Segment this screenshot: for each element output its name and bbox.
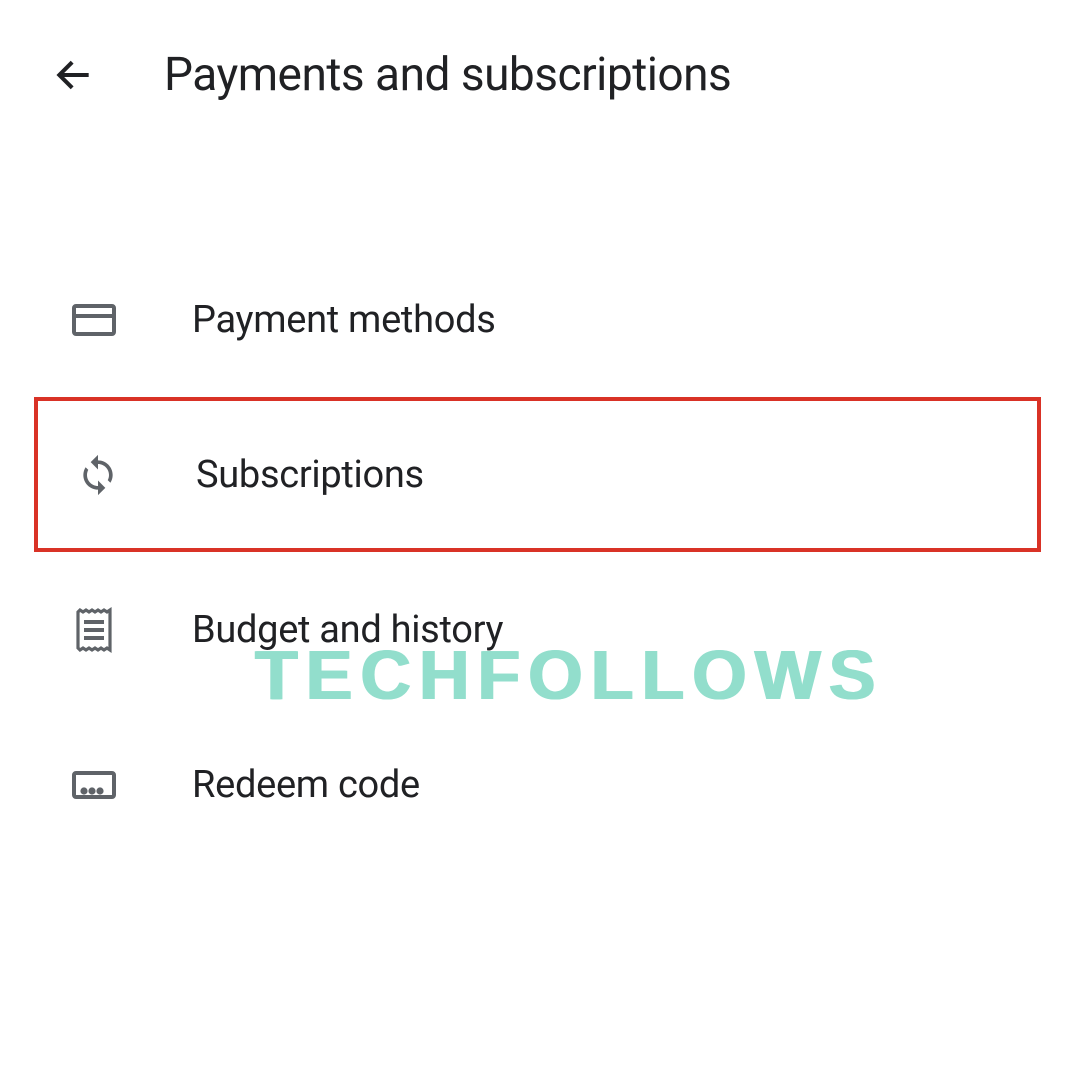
menu-item-subscriptions[interactable]: Subscriptions [34, 397, 1041, 552]
arrow-back-icon [52, 53, 96, 97]
menu-list: Payment methods Subscriptions Budget and… [0, 242, 1075, 862]
header: Payments and subscriptions [0, 0, 1075, 102]
redeem-code-icon [70, 761, 118, 809]
menu-item-label: Redeem code [192, 763, 420, 807]
refresh-icon [74, 451, 122, 499]
menu-item-budget-history[interactable]: Budget and history [34, 552, 1041, 707]
menu-item-label: Payment methods [192, 298, 496, 342]
back-button[interactable] [52, 53, 96, 97]
credit-card-icon [70, 296, 118, 344]
menu-item-label: Budget and history [192, 608, 503, 652]
receipt-icon [70, 606, 118, 654]
menu-item-payment-methods[interactable]: Payment methods [34, 242, 1041, 397]
page-title: Payments and subscriptions [164, 48, 731, 102]
menu-item-redeem-code[interactable]: Redeem code [34, 707, 1041, 862]
menu-item-label: Subscriptions [196, 453, 424, 497]
